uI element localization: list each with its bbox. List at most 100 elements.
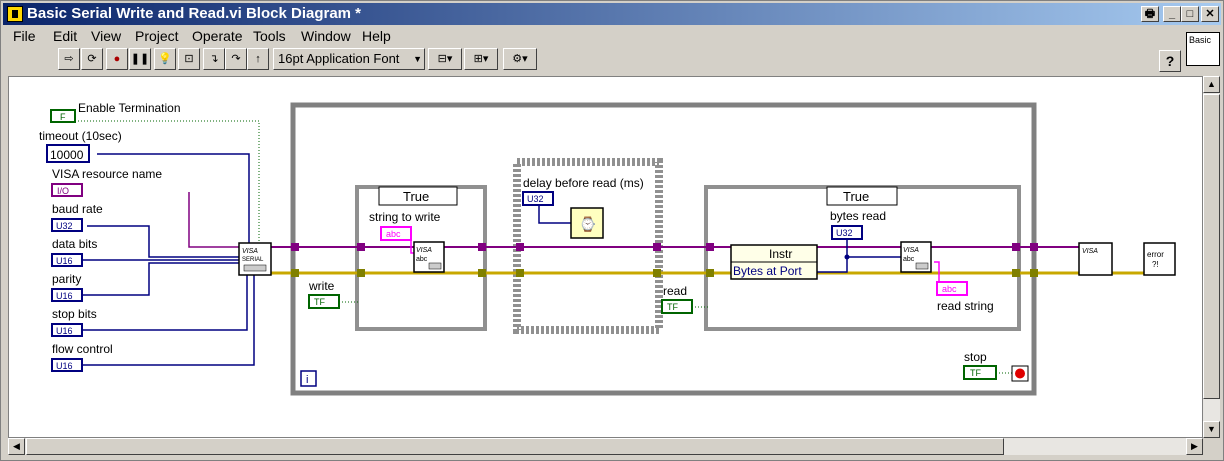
horizontal-scrollbar[interactable]: ◀ ▶ [8,438,1203,455]
error-handler-node[interactable]: error ?! [1143,242,1176,276]
label-flow-control: flow control [52,342,113,356]
step-into-icon[interactable]: ↴ [203,48,225,70]
label-string-to-write: string to write [369,210,441,224]
menu-window[interactable]: Window [301,28,351,44]
tf-type: TF [667,302,678,312]
align-objects-icon[interactable]: ⊟▾ [428,48,462,70]
case-selector-write-label: True [403,189,429,204]
menu-operate[interactable]: Operate [192,28,243,44]
terminal-data-bits[interactable]: U16 [51,253,83,267]
terminal-delay[interactable]: U32 [522,191,554,206]
horizontal-scroll-thumb[interactable] [26,438,1004,455]
wire-baud [87,225,239,258]
vi-connector-icon[interactable]: Basic [1186,32,1220,66]
wire-bytes-at-port [817,256,901,273]
error-sub-label: ?! [1152,260,1159,269]
print-icon[interactable]: 🖶 [1141,6,1159,22]
terminal-bytes-read[interactable]: U32 [831,225,863,240]
restore-button[interactable]: □ [1181,6,1199,22]
vertical-scrollbar[interactable]: ▲ ▼ [1203,76,1220,438]
wait-ms-node[interactable]: ⌚ [570,207,604,239]
watch-icon: ⌚ [579,216,596,233]
visa-close-node[interactable]: VISA [1078,242,1113,276]
step-over-icon[interactable]: ↷ [225,48,247,70]
menu-edit[interactable]: Edit [53,28,77,44]
loop-stop-terminal[interactable] [1011,365,1029,382]
pause-icon[interactable]: ❚❚ [129,48,151,70]
font-select[interactable]: 16pt Application Font ▼ [273,48,425,70]
scroll-up-icon[interactable]: ▲ [1203,76,1220,93]
label-enable-termination: Enable Termination [78,101,181,115]
tf-type: TF [314,297,325,307]
title-bar[interactable]: Basic Serial Write and Read.vi Block Dia… [3,3,1221,25]
block-diagram-svg: True True Enable Termination timeout (10… [39,101,1176,396]
step-out-icon[interactable]: ↑ [247,48,269,70]
vi-icon-label: Basic [1189,35,1212,45]
timeout-value: 10000 [50,148,84,162]
reorder-icon[interactable]: ⚙▾ [503,48,537,70]
visa-write-node[interactable]: VISA abc [413,241,445,273]
label-write: write [308,279,335,293]
u16-type: U16 [56,256,73,266]
block-diagram-canvas[interactable]: True True Enable Termination timeout (10… [8,76,1203,438]
abort-icon[interactable]: ● [106,48,128,70]
toolbar: ⇨ ⟳ ● ❚❚ 💡 ⊡ ↴ ↷ ↑ 16pt Application Font… [3,48,1183,72]
wire-stopbits [83,273,248,331]
visa-serial-sub: SERIAL [242,257,264,263]
visa-read-label: VISA [903,247,919,254]
terminal-stop[interactable]: TF [963,365,997,380]
menu-bar: File Edit View Project Operate Tools Win… [3,26,1183,46]
terminal-flow-control[interactable]: U16 [51,358,83,372]
wire-parity [83,262,239,296]
minimize-button[interactable]: _ [1163,6,1181,22]
label-stop-bits: stop bits [52,307,97,321]
terminal-string-to-write[interactable]: abc [380,226,412,241]
vertical-scroll-thumb[interactable] [1203,94,1220,399]
menu-project[interactable]: Project [135,28,179,44]
property-node-class: Instr [769,247,792,261]
terminal-stop-bits[interactable]: U16 [51,323,83,337]
labview-window: Basic Serial Write and Read.vi Block Dia… [0,0,1224,461]
scroll-left-icon[interactable]: ◀ [8,438,25,455]
menu-help[interactable]: Help [362,28,391,44]
terminal-read[interactable]: TF [661,299,693,314]
case-selector-read-label: True [843,189,869,204]
label-read: read [663,284,687,298]
context-help-button[interactable]: ? [1159,50,1181,72]
property-node[interactable]: Instr Bytes at Port [730,244,818,280]
loop-iteration-terminal: i [300,370,317,387]
menu-view[interactable]: View [91,28,121,44]
terminal-parity[interactable]: U16 [51,288,83,302]
u16-type: U16 [56,291,73,301]
menu-file[interactable]: File [13,28,36,44]
run-arrow-icon[interactable]: ⇨ [58,48,80,70]
label-read-string: read string [937,299,994,313]
menu-tools[interactable]: Tools [253,28,286,44]
visa-configure-serial-node[interactable]: VISA SERIAL [238,242,272,276]
tf-type: TF [970,368,981,378]
wire-junction [844,254,850,260]
label-visa-resource: VISA resource name [52,167,162,181]
visa-read-node[interactable]: VISA abc [900,241,932,273]
abc-type: abc [903,256,915,263]
run-continuous-icon[interactable]: ⟳ [81,48,103,70]
wire-delay [538,205,571,224]
label-bytes-read: bytes read [830,209,886,223]
label-data-bits: data bits [52,237,97,251]
distribute-objects-icon[interactable]: ⊞▾ [464,48,498,70]
visa-serial-label: VISA [242,248,258,255]
terminal-read-string[interactable]: abc [936,281,968,296]
scroll-right-icon[interactable]: ▶ [1186,438,1203,455]
close-button[interactable]: ✕ [1201,6,1219,22]
abc-type: abc [942,284,957,294]
u16-type: U16 [56,361,73,371]
retain-wire-values-icon[interactable]: ⊡ [178,48,200,70]
terminal-baud-rate[interactable]: U32 [51,218,83,232]
label-baud-rate: baud rate [52,202,103,216]
property-node-property: Bytes at Port [733,264,802,278]
highlight-execution-icon[interactable]: 💡 [154,48,176,70]
labview-app-icon[interactable] [7,6,23,22]
u16-type: U16 [56,326,73,336]
scroll-down-icon[interactable]: ▼ [1203,421,1220,438]
terminal-write[interactable]: TF [308,294,340,309]
